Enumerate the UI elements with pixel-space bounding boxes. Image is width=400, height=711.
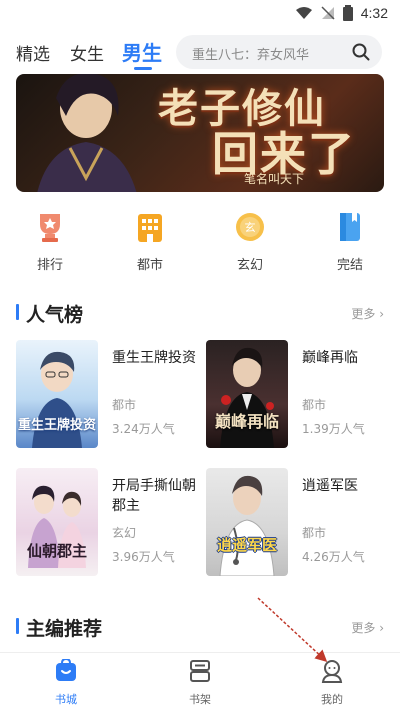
book-title: 巅峰再临 [302, 350, 358, 366]
category-city[interactable]: 都市 [120, 210, 180, 273]
status-icons: 4:32 [295, 5, 388, 21]
bottom-nav-bookshelf[interactable]: 书架 [170, 659, 230, 707]
bottom-nav: 书城 书架 我的 [0, 652, 400, 711]
top-nav: 精选 女生 男生 重生八七：弃女风华 [0, 34, 400, 70]
book-cover: 巅峰再临 [206, 340, 288, 448]
section-accent-bar [16, 304, 19, 320]
no-signal-icon [321, 6, 335, 20]
popular-more-link[interactable]: 更多 › [351, 305, 384, 322]
svg-text:玄: 玄 [245, 220, 256, 234]
book-title: 重生王牌投资 [112, 350, 196, 366]
book-genre: 都市 [302, 398, 327, 412]
editor-picks-section-header: 主编推荐 更多 › [16, 614, 384, 640]
book-popularity: 3.96万人气 [112, 550, 175, 564]
section-accent-bar [16, 618, 19, 634]
promo-banner[interactable]: 老子修仙 回来了 笔名叫天下 [16, 74, 384, 192]
trophy-icon [40, 214, 60, 242]
search-icon[interactable] [352, 43, 370, 61]
book-genre: 玄幻 [112, 526, 137, 540]
category-fantasy[interactable]: 玄 玄幻 [220, 210, 280, 273]
search-placeholder: 重生八七：弃女风华 [192, 48, 310, 63]
tab-female[interactable]: 女生 [70, 40, 104, 65]
book-card[interactable]: 逍遥军医 逍遥军医 都市 4.26万人气 [206, 468, 386, 578]
book-popularity: 4.26万人气 [302, 550, 365, 564]
status-bar: 4:32 [0, 0, 400, 30]
book-title: 逍遥军医 [302, 478, 358, 494]
book-card[interactable]: 仙朝郡主 开局手撕仙朝郡主 玄幻 3.96万人气 [16, 468, 196, 578]
book-cover: 重生王牌投资 [16, 340, 98, 448]
active-tab-indicator [134, 67, 152, 70]
category-ranking[interactable]: 排行 [20, 210, 80, 273]
more-label: 更多 [351, 621, 376, 635]
category-label: 都市 [136, 258, 163, 273]
book-genre: 都市 [302, 526, 327, 540]
city-icon [138, 214, 162, 242]
banner-character-illustration [37, 74, 137, 192]
tab-featured[interactable]: 精选 [16, 40, 50, 65]
book-cover: 逍遥军医 [206, 468, 288, 576]
profile-icon [321, 660, 343, 683]
editor-picks-more-link[interactable]: 更多 › [351, 619, 384, 636]
bottom-nav-label: 我的 [321, 693, 343, 706]
bookstore-icon [56, 657, 76, 681]
bottom-nav-label: 书架 [189, 693, 211, 706]
bottom-nav-profile[interactable]: 我的 [302, 659, 362, 707]
category-completed[interactable]: 完结 [320, 210, 380, 273]
banner-author: 笔名叫天下 [244, 172, 305, 186]
bookshelf-icon [190, 660, 210, 682]
wifi-icon [295, 7, 312, 19]
cover-title: 重生王牌投资 [17, 418, 96, 433]
book-popularity: 3.24万人气 [112, 422, 175, 436]
book-popularity: 1.39万人气 [302, 422, 365, 436]
book-cover: 仙朝郡主 [16, 468, 98, 576]
bottom-nav-label: 书城 [55, 693, 77, 706]
cover-illustration [219, 475, 275, 576]
tab-male[interactable]: 男生 [122, 37, 162, 66]
fantasy-icon: 玄 [236, 213, 264, 241]
section-title: 人气榜 [26, 304, 84, 326]
battery-icon [342, 5, 353, 21]
book-icon [340, 213, 360, 241]
cover-title: 逍遥军医 [216, 536, 277, 554]
bottom-nav-bookstore[interactable]: 书城 [36, 657, 96, 707]
section-title: 主编推荐 [26, 618, 103, 640]
category-label: 完结 [336, 258, 363, 273]
book-card[interactable]: 巅峰再临 巅峰再临 都市 1.39万人气 [206, 340, 386, 450]
status-time: 4:32 [360, 5, 388, 21]
chevron-right-icon: › [379, 307, 384, 321]
search-bar[interactable]: 重生八七：弃女风华 [176, 35, 382, 69]
cover-title: 仙朝郡主 [26, 542, 87, 560]
book-title: 开局手撕仙朝郡主 [112, 478, 196, 514]
chevron-right-icon: › [379, 621, 384, 635]
book-genre: 都市 [112, 398, 137, 412]
category-label: 排行 [36, 258, 63, 273]
category-label: 玄幻 [236, 258, 263, 273]
more-label: 更多 [351, 307, 376, 321]
popular-section-header: 人气榜 更多 › [16, 300, 384, 326]
book-card[interactable]: 重生王牌投资 重生王牌投资 都市 3.24万人气 [16, 340, 196, 450]
cover-title: 巅峰再临 [214, 412, 279, 431]
